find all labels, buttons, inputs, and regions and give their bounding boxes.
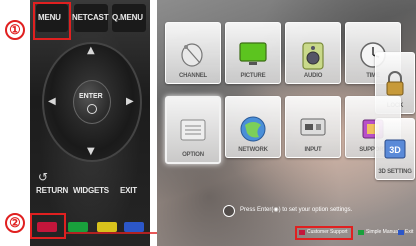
menu-tile-3d-setting[interactable]: 3D 3D SETTING [375, 118, 415, 180]
enter-hint-icon [223, 205, 235, 217]
globe-icon [240, 116, 266, 142]
satellite-dish-icon [181, 43, 203, 67]
menu-tile-picture[interactable]: PICTURE [225, 22, 281, 84]
tile-label-audio: AUDIO [303, 73, 323, 79]
tile-label-3d-setting: 3D SETTING [378, 169, 412, 175]
menu-tile-input[interactable]: INPUT [285, 96, 341, 158]
menu-tile-channel[interactable]: CHANNEL [165, 22, 221, 84]
tile-label-picture: PICTURE [240, 73, 266, 79]
lock-icon [386, 71, 404, 96]
option-hint-text: Press Enter(◉) to set your option settin… [240, 207, 353, 213]
exit-label[interactable]: Exit [405, 229, 413, 235]
monitor-icon [239, 42, 267, 65]
tile-label-network: NETWORK [238, 147, 268, 153]
customer-support-highlight-box [295, 226, 353, 240]
input-icon [300, 118, 326, 136]
svg-text:3D: 3D [389, 145, 401, 155]
speaker-icon [302, 42, 324, 70]
tile-label-option: OPTION [182, 152, 204, 158]
green-key-icon [358, 230, 364, 235]
menu-tile-option[interactable]: OPTION [165, 96, 221, 164]
simple-manual-label[interactable]: Simple Manual [366, 229, 399, 235]
menu-tile-audio[interactable]: AUDIO [285, 22, 341, 84]
exit-key-icon [398, 230, 404, 235]
tile-label-channel: CHANNEL [179, 73, 207, 79]
tile-label-input: INPUT [304, 147, 322, 153]
option-icon [180, 119, 206, 141]
menu-tile-network[interactable]: NETWORK [225, 96, 281, 158]
3d-icon: 3D [384, 139, 406, 159]
